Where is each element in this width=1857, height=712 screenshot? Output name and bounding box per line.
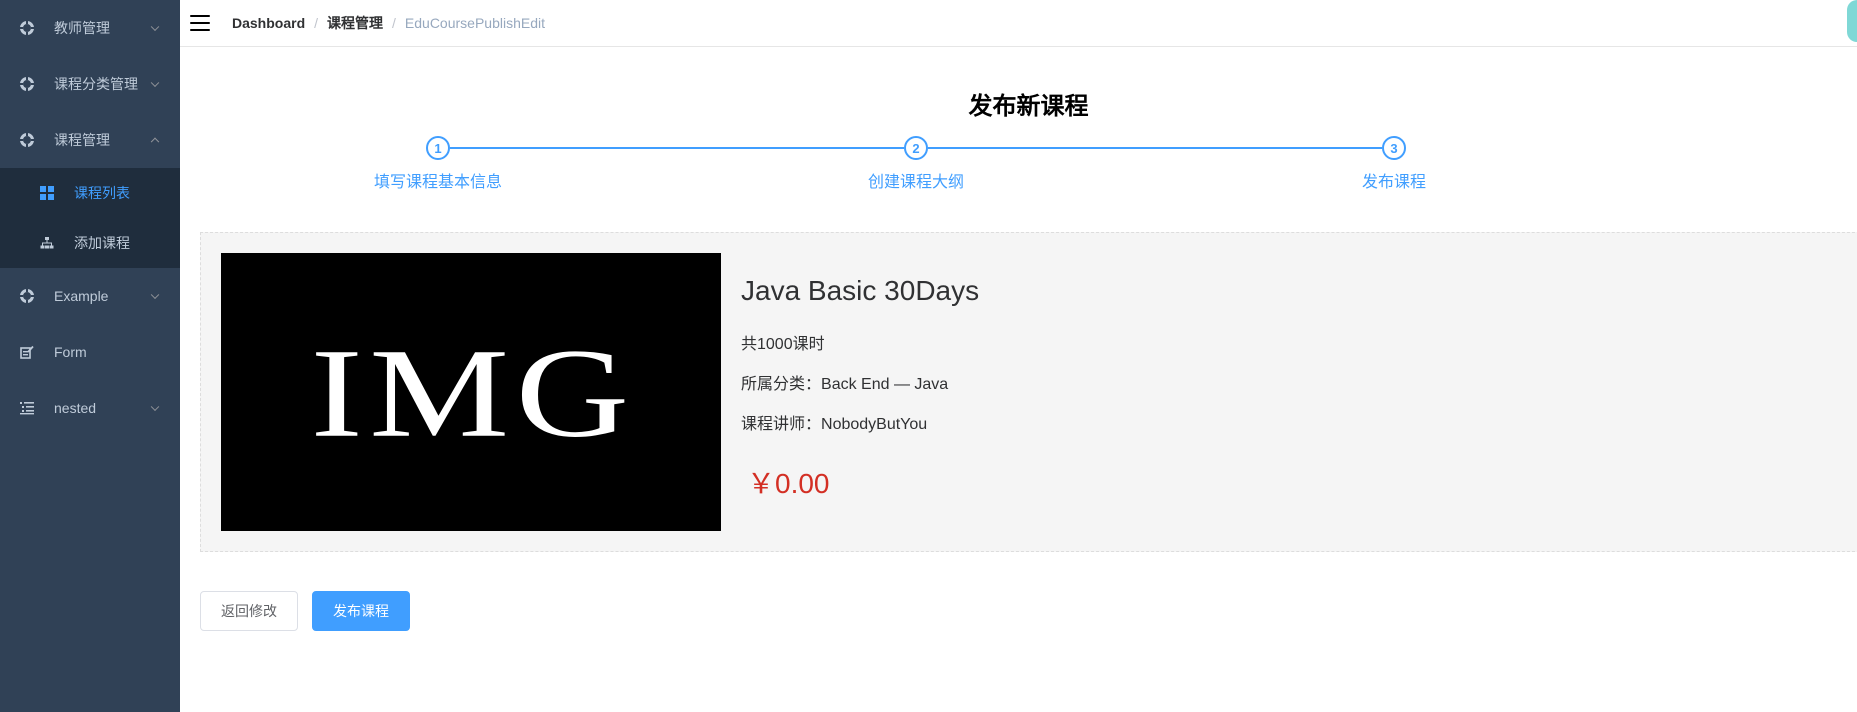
step-3-title: 发布课程 [1361, 174, 1426, 191]
menu-label: Form [54, 344, 87, 360]
sidebar-item-add-course[interactable]: 添加课程 [0, 218, 180, 268]
step-connector [450, 147, 904, 149]
grid-icon [40, 186, 54, 200]
menu-form[interactable]: Form [0, 324, 180, 380]
menu-nested[interactable]: nested [0, 380, 180, 436]
page-title: 发布新课程 [968, 93, 1089, 120]
course-category: 所属分类：Back End — Java [741, 375, 979, 395]
settings-icon [20, 77, 34, 91]
settings-icon [20, 289, 34, 303]
teacher-value: NobodyButYou [821, 416, 928, 433]
menu-label: 课程管理 [54, 132, 110, 148]
menu-category-management[interactable]: 课程分类管理 [0, 56, 180, 112]
menu-label: nested [54, 400, 97, 416]
menu-teacher-management[interactable]: 教师管理 [0, 0, 180, 56]
course-details: Java Basic 30Days 共1000课时 所属分类：Back End … [741, 253, 979, 500]
cover-text: IMG [310, 322, 635, 463]
avatar[interactable] [1847, 0, 1857, 42]
main-area: Dashboard / 课程管理 / EduCoursePublishEdit … [180, 0, 1857, 712]
chevron-up-icon [150, 137, 160, 147]
category-label: 所属分类： [741, 376, 822, 393]
tree-icon [40, 236, 54, 250]
course-info-card: IMG Java Basic 30Days 共1000课时 所属分类：Back … [200, 232, 1857, 552]
sidebar-item-course-list[interactable]: 课程列表 [0, 168, 180, 218]
course-title: Java Basic 30Days [741, 275, 980, 306]
step-3-circle: 3 [1382, 136, 1406, 160]
breadcrumb-course-management[interactable]: 课程管理 [327, 13, 383, 33]
course-cover-image: IMG [221, 253, 721, 531]
step-1-circle: 1 [426, 136, 450, 160]
settings-icon [20, 21, 34, 35]
chevron-down-icon [150, 402, 160, 412]
navbar: Dashboard / 课程管理 / EduCoursePublishEdit [180, 0, 1857, 47]
publish-course-button[interactable]: 发布课程 [312, 591, 410, 631]
hamburger-icon[interactable] [190, 15, 210, 31]
course-lessons: 共1000课时 [741, 336, 825, 353]
step-2-title: 创建课程大纲 [867, 174, 964, 191]
sub-item-label: 课程列表 [74, 185, 130, 201]
menu-label: 课程分类管理 [54, 76, 138, 92]
menu-example[interactable]: Example [0, 268, 180, 324]
menu-label: 教师管理 [54, 20, 110, 36]
course-teacher: 课程讲师：NobodyButYou [741, 415, 979, 435]
sidebar: 教师管理 课程分类管理 课程管理 课程列表 添加课程 Example Form … [0, 0, 180, 712]
category-value: Back End — Java [821, 376, 949, 393]
breadcrumb: Dashboard / 课程管理 / EduCoursePublishEdit [232, 13, 545, 33]
settings-icon [20, 133, 34, 147]
course-price: ￥0.00 [747, 468, 830, 499]
form-icon [20, 345, 34, 359]
breadcrumb-separator: / [392, 15, 396, 31]
chevron-down-icon [150, 22, 160, 32]
breadcrumb-current: EduCoursePublishEdit [404, 15, 545, 31]
app-root: 教师管理 课程分类管理 课程管理 课程列表 添加课程 Example Form … [0, 0, 1857, 712]
nested-list-icon [20, 401, 34, 415]
step-1-title: 填写课程基本信息 [373, 174, 502, 191]
sub-item-label: 添加课程 [74, 235, 130, 251]
course-submenu: 课程列表 添加课程 [0, 168, 180, 268]
step-connector [928, 147, 1382, 149]
breadcrumb-separator: / [314, 15, 319, 31]
menu-label: Example [54, 288, 109, 304]
step-2-circle: 2 [904, 136, 928, 160]
breadcrumb-dashboard[interactable]: Dashboard [232, 15, 305, 31]
chevron-down-icon [150, 290, 160, 300]
action-buttons: 返回修改 发布课程 [200, 591, 410, 631]
back-edit-button[interactable]: 返回修改 [200, 591, 298, 631]
teacher-label: 课程讲师： [741, 416, 822, 433]
menu-course-management[interactable]: 课程管理 [0, 112, 180, 168]
steps: 1 填写课程基本信息 2 创建课程大纲 3 发布课程 [200, 136, 1680, 196]
chevron-down-icon [150, 78, 160, 88]
